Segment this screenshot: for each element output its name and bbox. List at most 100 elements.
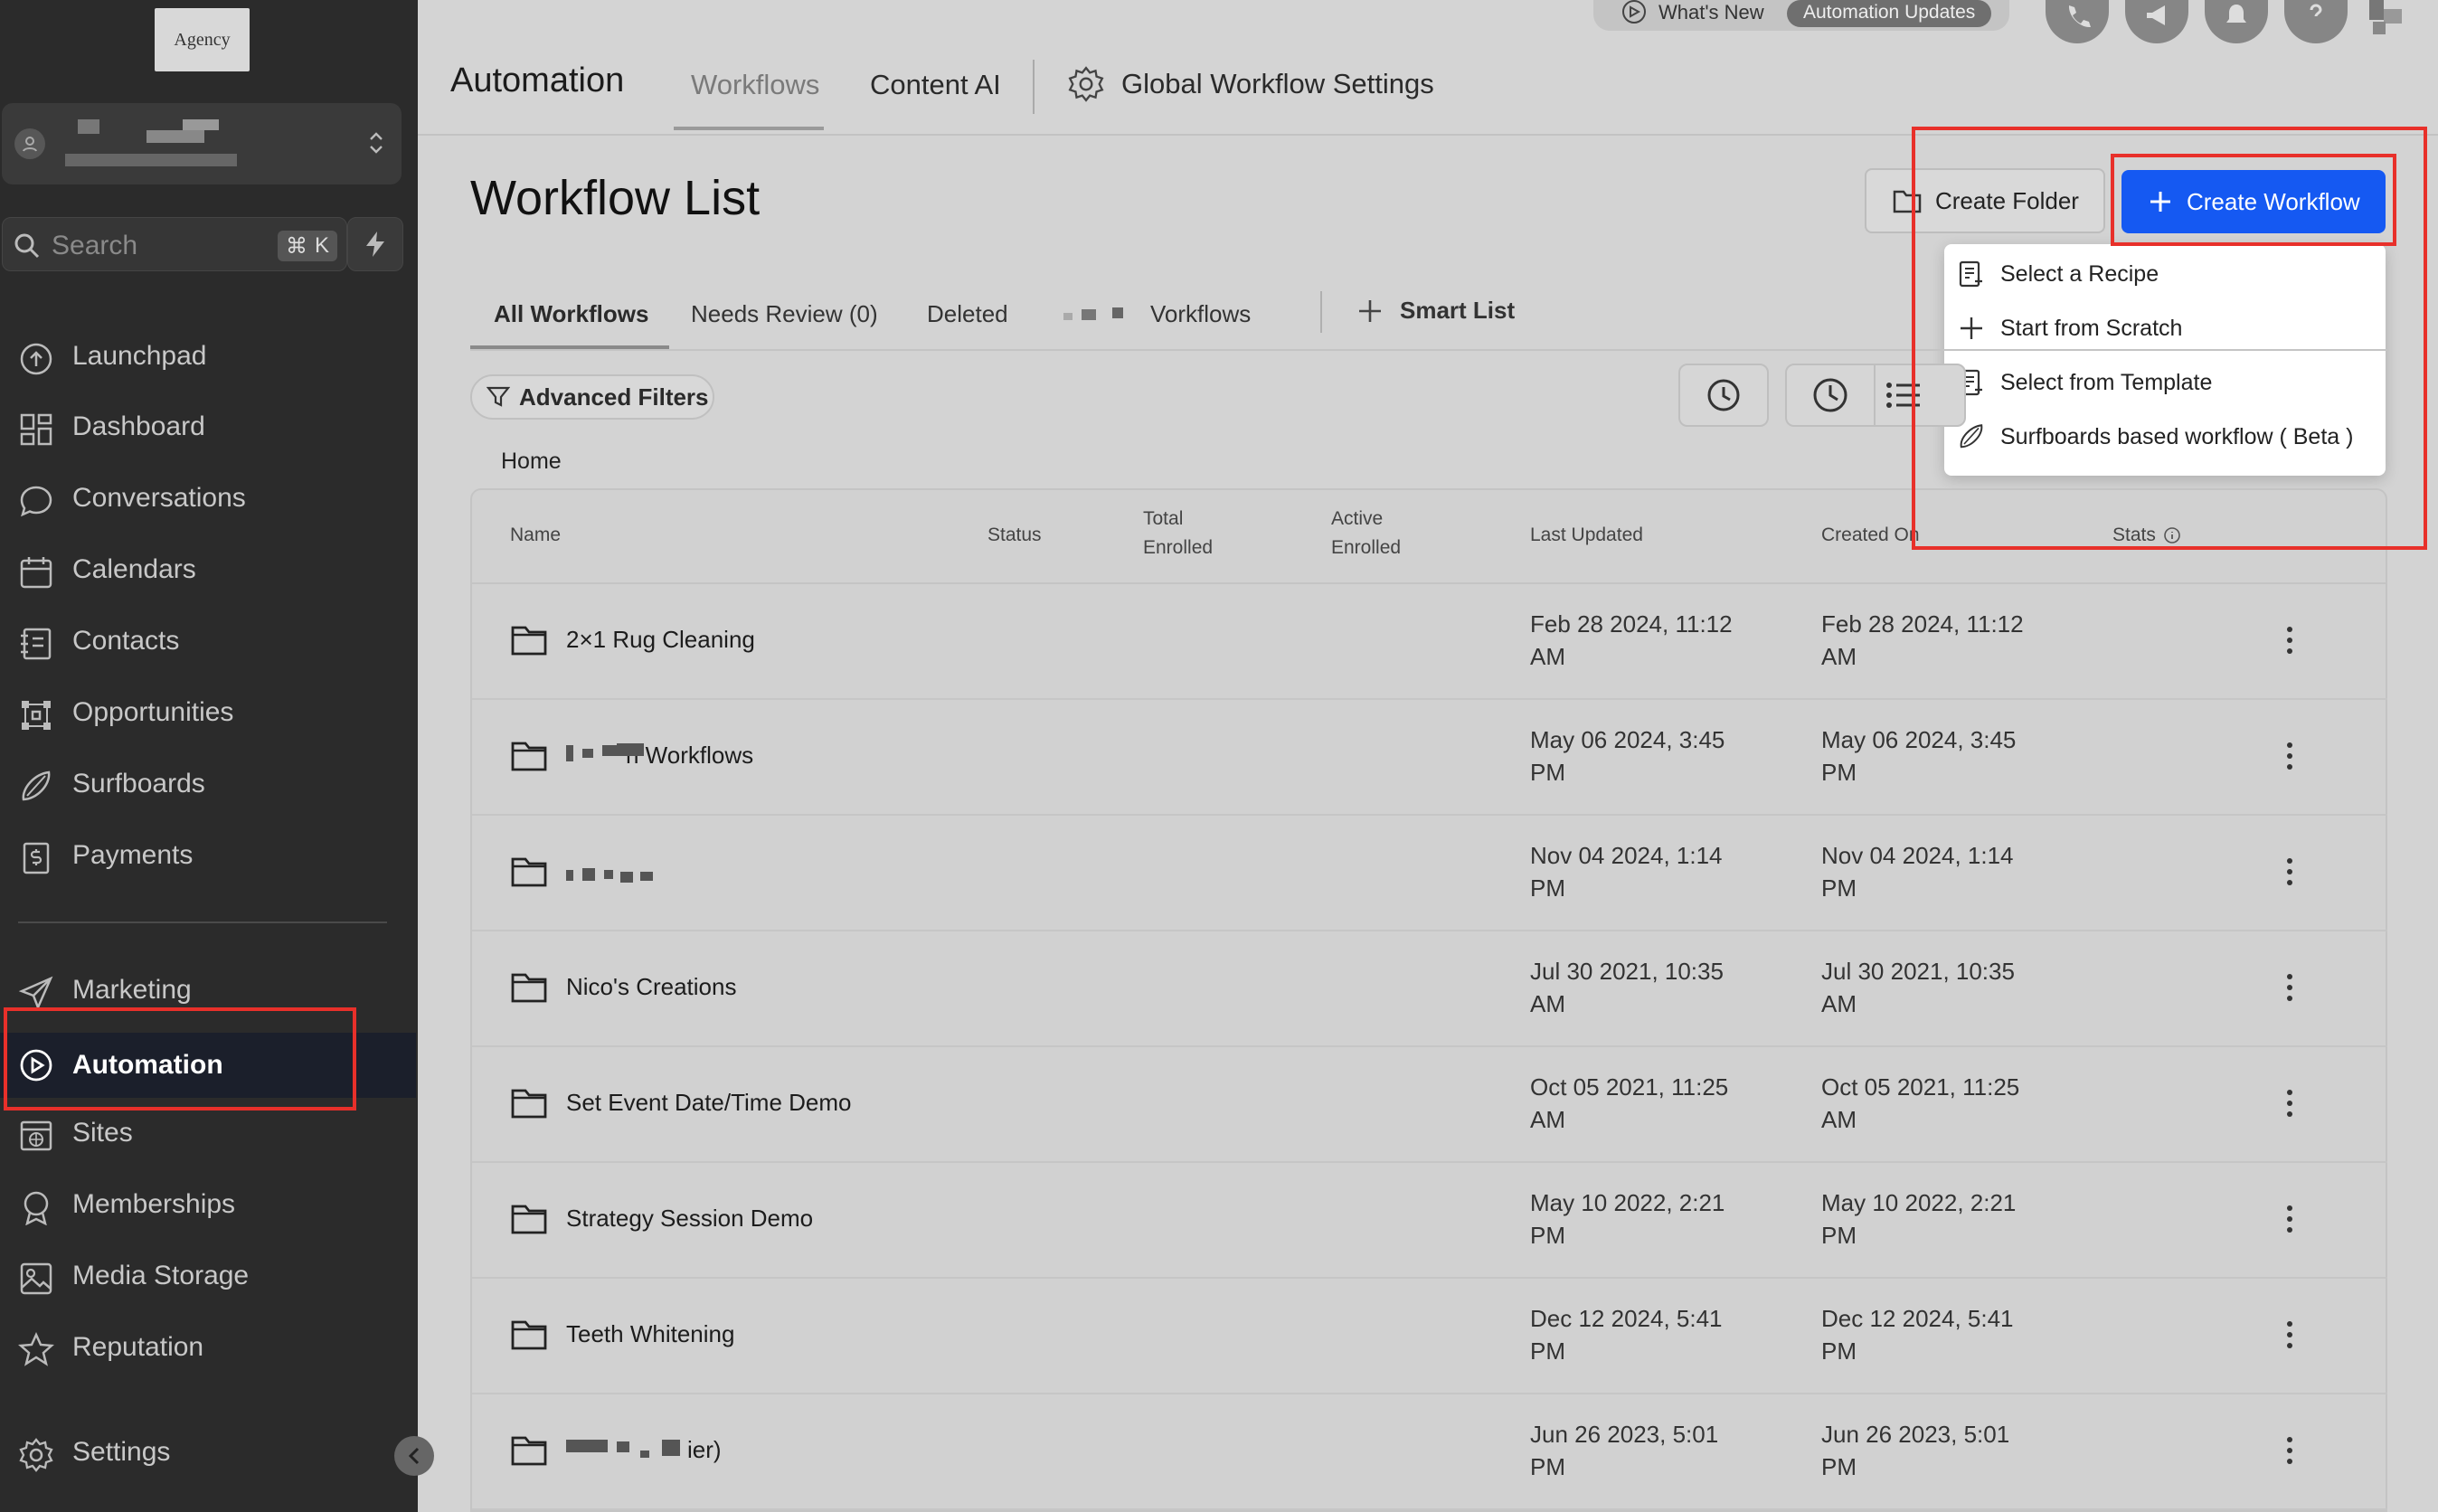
- search-input[interactable]: Search ⌘ K: [2, 217, 347, 271]
- header-line: Enrolled: [1331, 537, 1402, 558]
- global-workflow-settings-button[interactable]: Global Workflow Settings: [1067, 65, 1434, 103]
- redacted-block: [582, 868, 595, 881]
- date-line: May 06 2024, 3:45: [1821, 726, 2017, 753]
- avatar[interactable]: [2364, 0, 2413, 36]
- table-row[interactable]: n Workflows May 06 2024, 3:45 PM May 06 202…: [472, 700, 2387, 816]
- more-options-icon[interactable]: [2281, 1318, 2299, 1355]
- row-name[interactable]: n Workflows: [626, 742, 753, 770]
- tab-content-ai[interactable]: Content AI: [870, 69, 1001, 101]
- sidebar-item-conversations[interactable]: Conversations: [0, 469, 418, 527]
- more-options-icon[interactable]: [2281, 1434, 2299, 1470]
- time-line: PM: [1821, 1222, 1857, 1249]
- date-line: Nov 04 2024, 1:14: [1821, 842, 2014, 869]
- account-switcher[interactable]: [2, 103, 402, 184]
- date-line: Feb 28 2024, 11:12: [1821, 610, 2024, 638]
- sidebar-item-media-storage[interactable]: Media Storage: [0, 1247, 418, 1305]
- redacted-block: [566, 870, 573, 881]
- send-icon: [18, 976, 53, 1011]
- help-icon: [2310, 4, 2322, 17]
- phone-button[interactable]: [2046, 0, 2109, 43]
- highlight-create-menu: [1912, 127, 2427, 550]
- table-row[interactable]: Nov 04 2024, 1:14 PM Nov 04 2024, 1:14 PM: [472, 816, 2387, 931]
- column-header-name[interactable]: Name: [510, 521, 561, 550]
- divider: [1320, 291, 1322, 333]
- more-options-icon[interactable]: [2281, 740, 2299, 776]
- tab-needs-review[interactable]: Needs Review (0): [691, 300, 878, 328]
- more-options-icon[interactable]: [2281, 971, 2299, 1007]
- redacted-block: [78, 119, 99, 134]
- quick-action-button[interactable]: [347, 217, 403, 271]
- advanced-filters-button[interactable]: Advanced Filters: [470, 374, 714, 420]
- sidebar-item-contacts[interactable]: Contacts: [0, 612, 418, 670]
- sidebar-item-surfboards[interactable]: Surfboards: [0, 755, 418, 813]
- dashboard-icon: [20, 413, 52, 446]
- breadcrumb[interactable]: Home: [501, 449, 562, 475]
- row-name[interactable]: Teeth Whitening: [566, 1320, 734, 1348]
- sidebar-item-settings[interactable]: Settings: [0, 1423, 418, 1481]
- date-line: Feb 28 2024, 11:12: [1530, 610, 1733, 638]
- row-name[interactable]: Set Event Date/Time Demo: [566, 1089, 852, 1117]
- redacted-block: [566, 745, 573, 761]
- whats-new-link[interactable]: What's New: [1658, 0, 1764, 25]
- tab-custom-workflows[interactable]: Vorkflows: [1056, 300, 1251, 328]
- sidebar-item-label: Settings: [72, 1437, 171, 1467]
- column-header-active-enrolled[interactable]: Active Enrolled: [1331, 505, 1401, 562]
- sidebar-item-opportunities[interactable]: Opportunities: [0, 684, 418, 742]
- sidebar-item-calendars[interactable]: Calendars: [0, 541, 418, 599]
- collapse-sidebar-button[interactable]: [394, 1436, 434, 1476]
- help-button[interactable]: [2284, 0, 2348, 43]
- more-options-icon[interactable]: [2281, 624, 2299, 660]
- sidebar-item-memberships[interactable]: Memberships: [0, 1176, 418, 1233]
- sidebar-item-payments[interactable]: Payments: [0, 827, 418, 884]
- announcement-button[interactable]: [2125, 0, 2188, 43]
- row-last-updated: Oct 05 2021, 11:25 AM: [1530, 1071, 1783, 1136]
- redacted-block: [582, 749, 593, 758]
- table-row[interactable]: 2×1 Rug Cleaning Feb 28 2024, 11:12 AM Feb …: [472, 584, 2387, 700]
- row-name[interactable]: Nico's Creations: [566, 973, 736, 1001]
- chevron-left-icon: [408, 1447, 420, 1465]
- table-row[interactable]: Strategy Session Demo May 10 2022, 2:21 PM…: [472, 1163, 2387, 1279]
- clock-view-button[interactable]: [1787, 365, 1876, 425]
- time-line: PM: [1821, 874, 1857, 902]
- time-line: PM: [1530, 1453, 1565, 1480]
- more-options-icon[interactable]: [2281, 1203, 2299, 1239]
- time-line: PM: [1821, 1453, 1857, 1480]
- table-row[interactable]: Nico's Creations Jul 30 2021, 10:35 AM Jul …: [472, 931, 2387, 1047]
- column-header-created-on[interactable]: Created On: [1821, 521, 1920, 550]
- bell-icon: [2226, 5, 2246, 23]
- table-row[interactable]: Set Event Date/Time Demo Oct 05 2021, 11:…: [472, 1047, 2387, 1163]
- filter-icon: [487, 386, 510, 407]
- sidebar-item-launchpad[interactable]: Launchpad: [0, 327, 418, 385]
- sidebar-item-reputation[interactable]: Reputation: [0, 1318, 418, 1376]
- tab-all-workflows[interactable]: All Workflows: [494, 300, 648, 328]
- row-last-updated: Nov 04 2024, 1:14 PM: [1530, 839, 1783, 904]
- smart-list-button[interactable]: Smart List: [1356, 297, 1515, 325]
- column-header-total-enrolled[interactable]: Total Enrolled: [1143, 505, 1213, 562]
- agency-logo[interactable]: Agency: [155, 8, 250, 71]
- table-row[interactable]: ier) Jun 26 2023, 5:01 PM Jun 26 2023, 5:01…: [472, 1394, 2387, 1510]
- redacted-block: [617, 1441, 629, 1452]
- top-bar: Automation Workflows Content AI Global W…: [418, 0, 2438, 136]
- row-name[interactable]: ier): [687, 1436, 722, 1464]
- column-header-status[interactable]: Status: [987, 521, 1042, 550]
- sidebar-item-dashboard[interactable]: Dashboard: [0, 398, 418, 456]
- redacted-block: [65, 154, 237, 166]
- tab-workflows[interactable]: Workflows: [691, 69, 819, 101]
- more-options-icon[interactable]: [2281, 855, 2299, 892]
- column-header-last-updated[interactable]: Last Updated: [1530, 521, 1643, 550]
- notifications-button[interactable]: [2205, 0, 2268, 43]
- row-last-updated: Jun 26 2023, 5:01 PM: [1530, 1418, 1783, 1483]
- row-name[interactable]: Strategy Session Demo: [566, 1205, 813, 1233]
- tab-deleted[interactable]: Deleted: [927, 300, 1008, 328]
- row-name[interactable]: 2×1 Rug Cleaning: [566, 626, 755, 654]
- table-row[interactable]: Teeth Whitening Dec 12 2024, 5:41 PM Dec 12…: [472, 1279, 2387, 1394]
- sidebar-item-sites[interactable]: Sites: [0, 1104, 418, 1162]
- row-last-updated: Feb 28 2024, 11:12 AM: [1530, 608, 1783, 673]
- chat-bubble-icon: [20, 486, 52, 517]
- recent-activity-button[interactable]: [1678, 364, 1769, 427]
- row-last-updated: May 10 2022, 2:21 PM: [1530, 1186, 1783, 1252]
- automation-updates-badge[interactable]: Automation Updates: [1787, 0, 1992, 27]
- more-options-icon[interactable]: [2281, 1087, 2299, 1123]
- plus-icon: [1359, 299, 1381, 322]
- image-icon: [20, 1262, 52, 1295]
